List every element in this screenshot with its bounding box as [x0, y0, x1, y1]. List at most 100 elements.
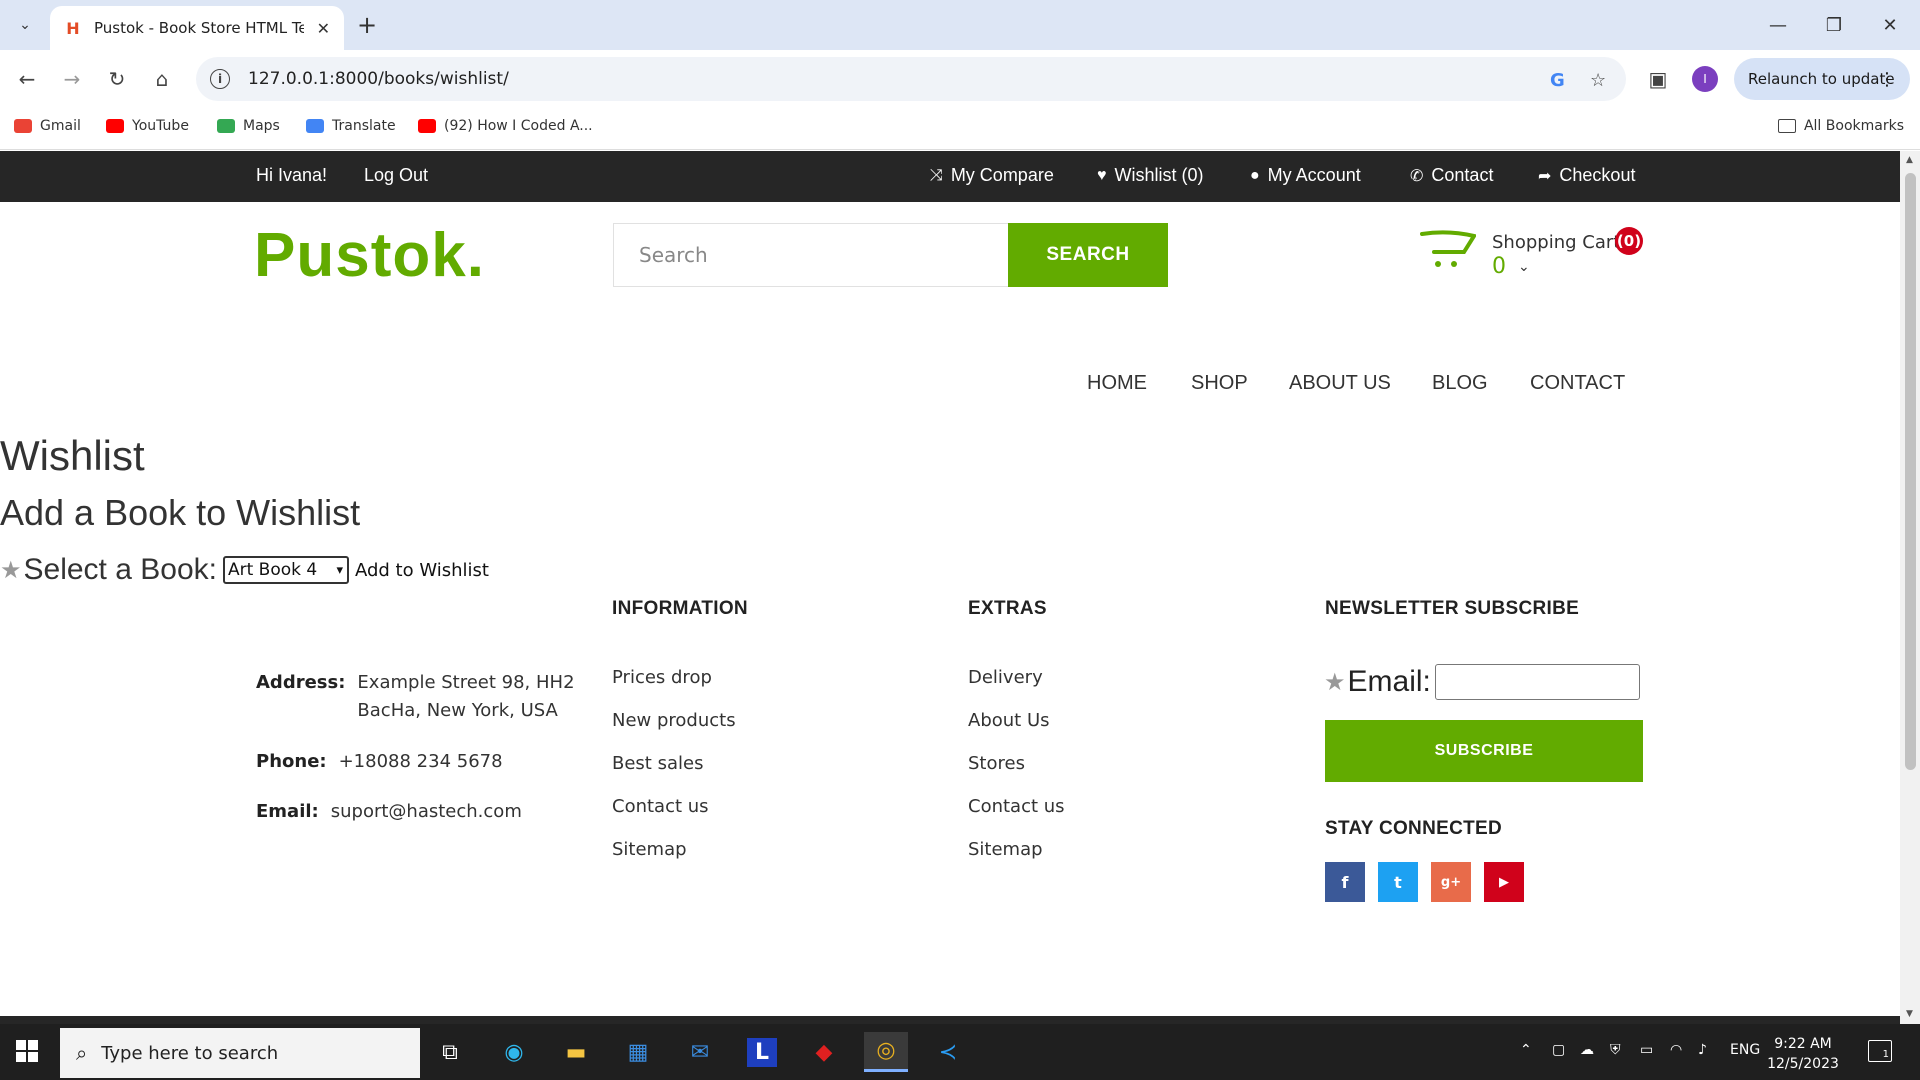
- logout-link[interactable]: Log Out: [364, 165, 428, 186]
- bookmark-maps[interactable]: Maps: [217, 118, 280, 134]
- all-bookmarks-button[interactable]: All Bookmarks: [1777, 118, 1904, 134]
- tab-close-icon[interactable]: ✕: [317, 19, 330, 38]
- taskbar-search[interactable]: ⌕ Type here to search: [60, 1028, 420, 1078]
- facebook-icon[interactable]: f: [1325, 862, 1365, 902]
- forward-arrow-icon[interactable]: →: [55, 62, 89, 96]
- link-delivery[interactable]: Delivery: [968, 667, 1043, 688]
- link-prices-drop[interactable]: Prices drop: [612, 667, 712, 688]
- window-restore-icon[interactable]: ❐: [1814, 8, 1854, 42]
- cart-total[interactable]: 0 ⌄: [1492, 254, 1530, 279]
- nav-blog[interactable]: BLOG: [1432, 372, 1488, 395]
- profile-avatar[interactable]: I: [1692, 66, 1718, 92]
- link-stores[interactable]: Stores: [968, 753, 1025, 774]
- link-new-products[interactable]: New products: [612, 710, 736, 731]
- system-clock[interactable]: 9:22 AM 12/5/2023: [1758, 1034, 1848, 1074]
- youtube-icon: [418, 119, 436, 133]
- site-topbar: Hi Ivana! Log Out ⤨ My Compare ♥ Wishlis…: [0, 151, 1900, 202]
- volume-icon[interactable]: ♪: [1698, 1042, 1707, 1058]
- home-icon[interactable]: ⌂: [145, 62, 179, 96]
- link-sitemap-extras[interactable]: Sitemap: [968, 839, 1043, 860]
- link-contact-us-extras[interactable]: Contact us: [968, 796, 1065, 817]
- scroll-up-icon[interactable]: ▲: [1906, 155, 1913, 165]
- footer-address: Address: Example Street 98, HH2 BacHa, N…: [256, 672, 575, 721]
- bookmark-label: Translate: [332, 118, 396, 134]
- chrome-icon[interactable]: ◎: [864, 1032, 908, 1072]
- browser-tab-active[interactable]: H Pustok - Book Store HTML Tem ✕: [50, 6, 344, 50]
- windows-start-icon[interactable]: [16, 1040, 38, 1062]
- phone-label: Phone:: [256, 751, 327, 772]
- link-sitemap[interactable]: Sitemap: [612, 839, 687, 860]
- language-indicator[interactable]: ENG: [1730, 1042, 1760, 1058]
- link-about-us[interactable]: About Us: [968, 710, 1050, 731]
- site-info-icon[interactable]: i: [210, 69, 230, 89]
- star-icon: ★: [0, 556, 22, 584]
- bookmark-youtube-video[interactable]: (92) How I Coded A...: [418, 118, 593, 134]
- reload-icon[interactable]: ↻: [100, 62, 134, 96]
- tab-search-chevron-icon[interactable]: ⌄: [10, 10, 40, 40]
- file-explorer-icon[interactable]: ▬: [554, 1032, 598, 1072]
- shopping-cart-icon[interactable]: [1420, 228, 1476, 272]
- site-logo[interactable]: Pustok.: [254, 220, 485, 291]
- twitter-icon[interactable]: t: [1378, 862, 1418, 902]
- bookmark-youtube[interactable]: YouTube: [106, 118, 189, 134]
- tray-meet-icon[interactable]: ▢: [1552, 1042, 1565, 1058]
- youtube-icon[interactable]: ▶: [1484, 862, 1524, 902]
- notification-count: 1: [1882, 1049, 1889, 1060]
- relaunch-label: Relaunch to update: [1748, 70, 1895, 88]
- nav-about-us[interactable]: ABOUT US: [1289, 372, 1391, 395]
- defender-icon[interactable]: ⛨: [1610, 1042, 1621, 1058]
- bookmark-star-icon[interactable]: ☆: [1590, 70, 1606, 91]
- window-close-icon[interactable]: ✕: [1870, 8, 1910, 42]
- link-contact-us[interactable]: Contact us: [612, 796, 709, 817]
- newsletter-email-input[interactable]: [1434, 664, 1640, 700]
- taskbar-search-placeholder: Type here to search: [101, 1042, 279, 1064]
- heart-icon: ♥: [1097, 166, 1107, 184]
- edge-icon[interactable]: ◉: [492, 1032, 536, 1072]
- bookmark-translate[interactable]: Translate: [306, 118, 396, 134]
- email-value[interactable]: suport@hastech.com: [331, 801, 522, 822]
- my-compare-link[interactable]: ⤨ My Compare: [930, 165, 1054, 186]
- checkout-link[interactable]: ➦ Checkout: [1538, 165, 1635, 186]
- newsletter-heading: NEWSLETTER SUBSCRIBE: [1325, 598, 1580, 619]
- cart-title[interactable]: Shopping Cart: [1492, 232, 1620, 253]
- notification-icon[interactable]: 1: [1868, 1040, 1892, 1062]
- google-lens-icon[interactable]: G: [1550, 70, 1565, 91]
- contact-link[interactable]: ✆ Contact: [1410, 165, 1493, 186]
- window-minimize-icon[interactable]: —: [1758, 8, 1798, 42]
- side-panel-icon[interactable]: ▣: [1641, 62, 1675, 96]
- cart-total-value: 0: [1492, 254, 1506, 279]
- address-bar[interactable]: i 127.0.0.1:8000/books/wishlist/ G ☆: [196, 57, 1626, 101]
- book-select[interactable]: Art Book 4 ▾: [222, 556, 349, 584]
- kebab-menu-icon[interactable]: ⋮: [1878, 69, 1896, 90]
- nav-shop[interactable]: SHOP: [1191, 372, 1248, 395]
- page-scrollbar[interactable]: ▲ ▼: [1900, 151, 1920, 1024]
- l-app-icon[interactable]: L: [740, 1032, 784, 1072]
- add-to-wishlist-button[interactable]: Add to Wishlist: [355, 560, 489, 581]
- scroll-thumb[interactable]: [1905, 173, 1916, 770]
- link-best-sales[interactable]: Best sales: [612, 753, 703, 774]
- wishlist-link[interactable]: ♥ Wishlist (0): [1097, 165, 1204, 186]
- bookmark-gmail[interactable]: Gmail: [14, 118, 81, 134]
- back-arrow-icon[interactable]: ←: [10, 62, 44, 96]
- scroll-down-icon[interactable]: ▼: [1906, 1009, 1913, 1019]
- page-bottom-strip: [0, 1016, 1900, 1024]
- store-icon[interactable]: ▦: [616, 1032, 660, 1072]
- onedrive-icon[interactable]: ☁: [1580, 1042, 1594, 1058]
- email-label: Email:: [256, 801, 319, 822]
- mcafee-icon[interactable]: ◆: [802, 1032, 846, 1072]
- vscode-icon[interactable]: ≺: [926, 1032, 970, 1072]
- battery-icon[interactable]: ▭: [1640, 1042, 1653, 1058]
- search-button[interactable]: SEARCH: [1008, 223, 1168, 287]
- mail-icon[interactable]: ✉: [678, 1032, 722, 1072]
- subscribe-button[interactable]: SUBSCRIBE: [1325, 720, 1643, 782]
- nav-home[interactable]: HOME: [1087, 372, 1147, 395]
- nav-contact[interactable]: CONTACT: [1530, 372, 1625, 395]
- wifi-icon[interactable]: ◠: [1670, 1042, 1682, 1058]
- my-account-link[interactable]: ● My Account: [1250, 165, 1361, 186]
- new-tab-plus-icon[interactable]: +: [352, 10, 382, 40]
- search-input[interactable]: Search: [613, 223, 1009, 287]
- task-view-icon[interactable]: ⧉: [428, 1032, 472, 1072]
- relaunch-button[interactable]: Relaunch to update ⋮: [1734, 58, 1910, 100]
- tray-chevron-up-icon[interactable]: ⌃: [1520, 1042, 1532, 1058]
- google-plus-icon[interactable]: g+: [1431, 862, 1471, 902]
